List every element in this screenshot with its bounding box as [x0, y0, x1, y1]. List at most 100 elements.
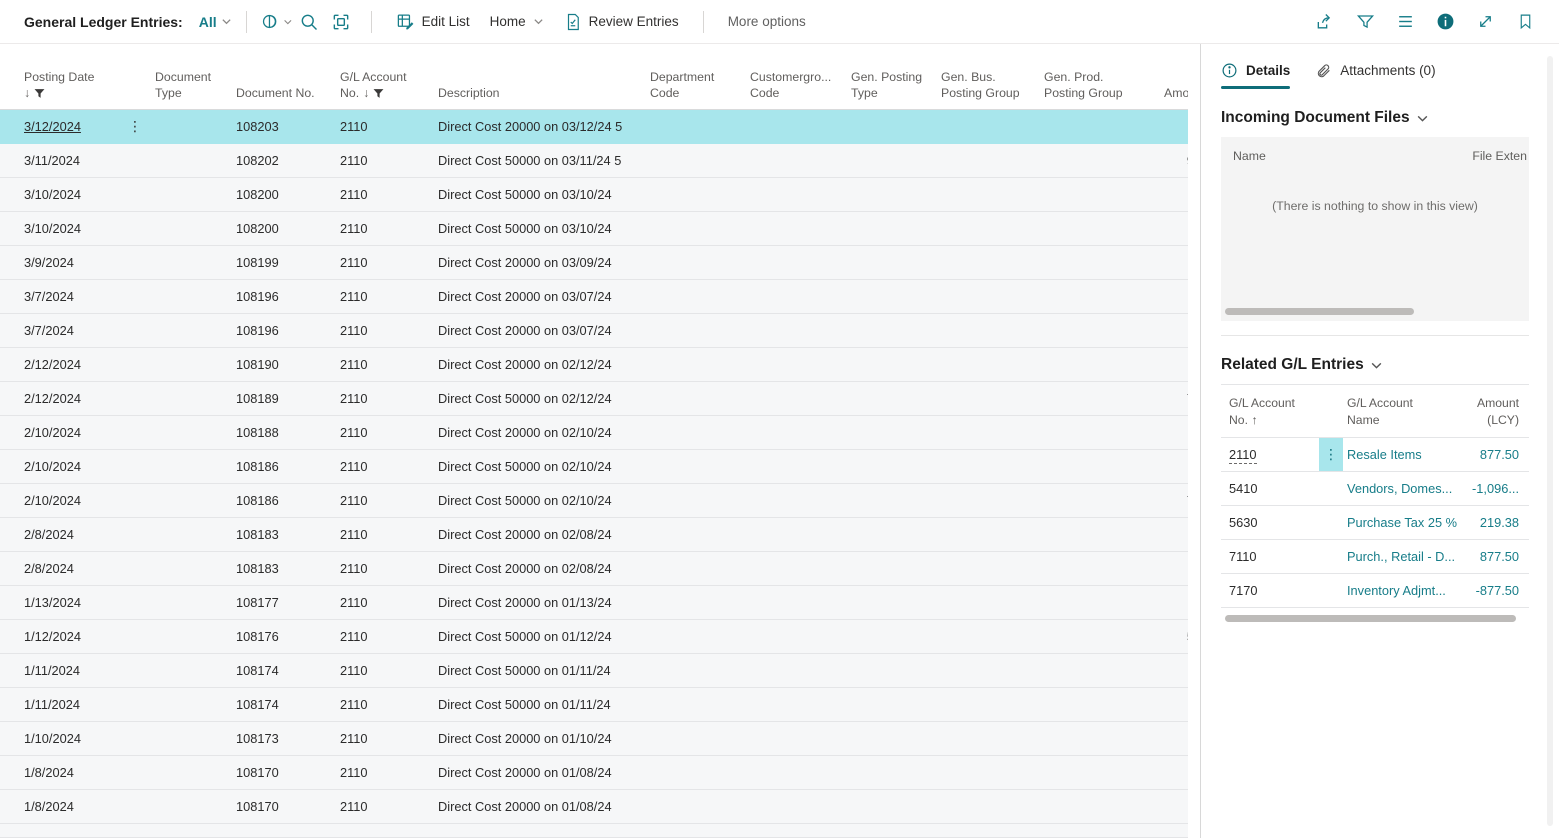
edit-list-button[interactable]: Edit List — [396, 12, 470, 31]
gl-account-no-cell[interactable]: 2110 — [340, 799, 438, 814]
amount-cell[interactable]: 7 — [1164, 391, 1188, 406]
incoming-col-name[interactable]: Name — [1233, 149, 1266, 163]
incoming-document-files-heading[interactable]: Incoming Document Files — [1221, 109, 1559, 127]
document-no-cell[interactable]: 108196 — [236, 289, 340, 304]
posting-date-cell[interactable]: 3/10/2024 — [24, 221, 120, 236]
posting-date-cell[interactable]: 3/11/2024 — [24, 153, 120, 168]
table-row[interactable]: 1/10/20241081732110Direct Cost 20000 on … — [0, 722, 1188, 756]
document-no-cell[interactable]: 108199 — [236, 255, 340, 270]
gl-account-no-cell[interactable]: 2110 — [340, 595, 438, 610]
amount-cell[interactable] — [1164, 119, 1188, 134]
description-cell[interactable]: Direct Cost 50000 on 01/11/24 — [438, 663, 650, 678]
related-account-name-link[interactable]: Purch., Retail - D... — [1347, 549, 1465, 564]
table-row[interactable]: 3/7/2024 1081962110Direct Cost 20000 on 0… — [0, 280, 1188, 314]
amount-cell[interactable] — [1164, 425, 1188, 440]
posting-date-cell[interactable]: 2/10/2024 — [24, 425, 120, 440]
description-cell[interactable]: Direct Cost 20000 on 03/09/24 — [438, 255, 650, 270]
document-no-cell[interactable]: 108170 — [236, 799, 340, 814]
amount-cell[interactable] — [1164, 697, 1188, 712]
posting-date-cell[interactable]: 2/12/2024 — [24, 391, 120, 406]
amount-cell[interactable] — [1164, 255, 1188, 270]
column-header-gen-prod-posting-group[interactable]: Gen. Prod. Posting Group — [1044, 69, 1164, 102]
gl-account-no-cell[interactable]: 2110 — [340, 731, 438, 746]
description-cell[interactable]: Direct Cost 20000 on 02/08/24 — [438, 561, 650, 576]
gl-account-no-cell[interactable]: 2110 — [340, 663, 438, 678]
document-no-cell[interactable]: 108183 — [236, 561, 340, 576]
column-header-posting-date[interactable]: Posting Date ↓ — [24, 69, 120, 102]
gl-account-no-cell[interactable]: 2110 — [340, 493, 438, 508]
table-row[interactable]: 1/11/20241081742110Direct Cost 50000 on … — [0, 688, 1188, 722]
description-cell[interactable]: Direct Cost 50000 on 03/10/24 — [438, 221, 650, 236]
home-menu[interactable]: Home — [490, 14, 544, 29]
gl-account-no-cell[interactable]: 2110 — [340, 119, 438, 134]
description-cell[interactable]: Direct Cost 20000 on 02/10/24 — [438, 425, 650, 440]
posting-date-cell[interactable]: 3/7/2024 — [24, 289, 120, 304]
column-header-customergroup-code[interactable]: Customergro... Code — [750, 69, 851, 102]
gl-account-no-cell[interactable]: 2110 — [340, 459, 438, 474]
posting-date-cell[interactable]: 2/10/2024 — [24, 493, 120, 508]
table-row[interactable]: 2/8/20241081832110Direct Cost 20000 on 0… — [0, 518, 1188, 552]
horizontal-scrollbar[interactable] — [1225, 615, 1525, 622]
document-no-cell[interactable]: 108196 — [236, 323, 340, 338]
related-account-name-link[interactable]: Vendors, Domes... — [1347, 481, 1465, 496]
posting-date-cell[interactable]: 1/8/2024 — [24, 765, 120, 780]
table-row[interactable]: 1/11/20241081742110Direct Cost 50000 on … — [0, 654, 1188, 688]
related-entry-row[interactable]: 7110 Purch., Retail - D...877.50 — [1221, 540, 1529, 574]
views-icon[interactable] — [261, 6, 293, 38]
posting-date-cell[interactable]: 1/13/2024 — [24, 595, 120, 610]
gl-account-no-cell[interactable]: 2110 — [340, 527, 438, 542]
amount-cell[interactable] — [1164, 561, 1188, 576]
column-header-department-code[interactable]: Department Code — [650, 69, 750, 102]
horizontal-scrollbar[interactable] — [1225, 308, 1525, 315]
description-cell[interactable]: Direct Cost 20000 on 03/07/24 — [438, 289, 650, 304]
column-header-document-type[interactable]: Document Type — [155, 69, 236, 102]
related-account-no[interactable]: 7110 — [1229, 549, 1319, 564]
posting-date-cell[interactable]: 1/8/2024 — [24, 799, 120, 814]
description-cell[interactable]: Direct Cost 20000 on 03/12/24 5 — [438, 119, 650, 134]
gl-account-no-cell[interactable]: 2110 — [340, 425, 438, 440]
document-no-cell[interactable]: 108189 — [236, 391, 340, 406]
description-cell[interactable]: Direct Cost 20000 on 01/08/24 — [438, 765, 650, 780]
related-amount-link[interactable]: 877.50 — [1465, 549, 1529, 564]
amount-cell[interactable] — [1164, 527, 1188, 542]
tab-attachments[interactable]: Attachments (0) — [1316, 63, 1435, 89]
table-row[interactable]: 1/12/20241081762110Direct Cost 50000 on … — [0, 620, 1188, 654]
table-row[interactable]: 3/10/20241082002110Direct Cost 50000 on … — [0, 178, 1188, 212]
bookmark-icon[interactable] — [1509, 6, 1541, 38]
column-header-gl-account-no[interactable]: G/L Account No. ↓ — [340, 69, 438, 102]
document-no-cell[interactable]: 108186 — [236, 459, 340, 474]
gl-account-no-cell[interactable]: 2110 — [340, 289, 438, 304]
table-row[interactable]: 3/10/20241082002110Direct Cost 50000 on … — [0, 212, 1188, 246]
table-row[interactable]: 3/7/20241081962110Direct Cost 20000 on 0… — [0, 314, 1188, 348]
table-row[interactable]: 1/8/20241081702110Direct Cost 20000 on 0… — [0, 756, 1188, 790]
related-entry-row[interactable]: 5410Vendors, Domes...-1,096... — [1221, 472, 1529, 506]
posting-date-cell[interactable]: 2/12/2024 — [24, 357, 120, 372]
description-cell[interactable]: Direct Cost 20000 on 02/12/24 — [438, 357, 650, 372]
amount-cell[interactable] — [1164, 765, 1188, 780]
gl-account-no-cell[interactable]: 2110 — [340, 255, 438, 270]
related-account-name-link[interactable]: Resale Items — [1347, 447, 1465, 462]
column-header-amount[interactable]: Amount — [1164, 85, 1188, 102]
description-cell[interactable]: Direct Cost 20000 on 02/08/24 — [438, 527, 650, 542]
document-no-cell[interactable]: 108176 — [236, 629, 340, 644]
posting-date-cell[interactable]: 3/10/2024 — [24, 187, 120, 202]
table-row[interactable]: 1/8/20241081702110Direct Cost 20000 on 0… — [0, 790, 1188, 824]
table-row[interactable]: 2/10/20241081862110Direct Cost 50000 on … — [0, 450, 1188, 484]
gl-account-no-cell[interactable]: 2110 — [340, 357, 438, 372]
document-no-cell[interactable]: 108186 — [236, 493, 340, 508]
review-entries-button[interactable]: Review Entries — [564, 13, 679, 31]
posting-date-cell[interactable]: 3/12/2024 — [24, 119, 120, 134]
related-col-account-no[interactable]: G/L Account No. ↑ — [1229, 395, 1319, 429]
gl-account-no-cell[interactable]: 2110 — [340, 391, 438, 406]
amount-cell[interactable] — [1164, 595, 1188, 610]
posting-date-cell[interactable]: 2/10/2024 — [24, 459, 120, 474]
analyze-icon[interactable] — [325, 6, 357, 38]
view-filter-dropdown[interactable]: All — [199, 14, 232, 30]
related-entry-row[interactable]: 5630Purchase Tax 25 %219.38 — [1221, 506, 1529, 540]
related-gl-entries-heading[interactable]: Related G/L Entries — [1221, 356, 1559, 374]
table-row[interactable]: 2/12/20241081892110Direct Cost 50000 on … — [0, 382, 1188, 416]
gl-account-no-cell[interactable]: 2110 — [340, 561, 438, 576]
document-no-cell[interactable]: 108188 — [236, 425, 340, 440]
gl-account-no-cell[interactable]: 2110 — [340, 765, 438, 780]
gl-account-no-cell[interactable]: 2110 — [340, 221, 438, 236]
